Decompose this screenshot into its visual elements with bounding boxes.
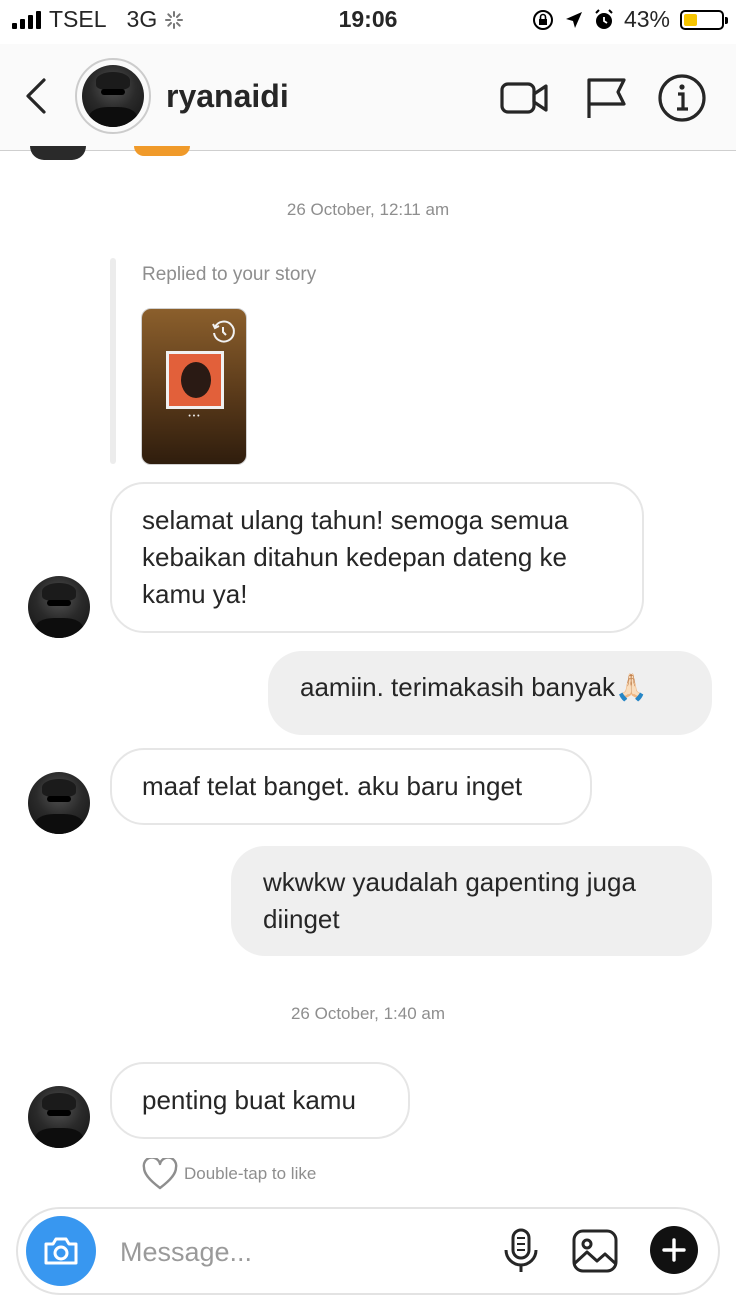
story-reply-label: Replied to your story bbox=[142, 264, 317, 285]
battery-percent: 43% bbox=[623, 6, 670, 32]
avatar[interactable] bbox=[28, 576, 90, 638]
like-hint-text: Double-tap to like bbox=[184, 1164, 317, 1183]
rotation-lock-icon bbox=[532, 9, 553, 30]
chat-username[interactable]: ryanaidi bbox=[166, 78, 289, 115]
flag-icon[interactable] bbox=[580, 72, 632, 124]
avatar bbox=[82, 65, 144, 127]
plus-icon bbox=[662, 1238, 686, 1262]
story-thumbnail[interactable]: • • • bbox=[141, 308, 247, 465]
info-icon[interactable] bbox=[656, 72, 708, 124]
partial-story-circle bbox=[134, 146, 190, 156]
camera-icon bbox=[44, 1237, 78, 1265]
header-avatar[interactable] bbox=[75, 58, 151, 134]
status-right: 43% bbox=[532, 6, 728, 33]
gallery-icon[interactable] bbox=[570, 1226, 620, 1276]
alarm-icon bbox=[595, 8, 613, 29]
video-call-icon[interactable] bbox=[498, 72, 550, 124]
chat-header: ryanaidi bbox=[0, 44, 736, 151]
avatar[interactable] bbox=[28, 1086, 90, 1148]
sent-message[interactable]: aamiin. terimakasih banyak🙏🏻 bbox=[268, 651, 712, 735]
story-caption: • • • bbox=[188, 413, 200, 420]
microphone-icon[interactable] bbox=[496, 1226, 546, 1276]
battery-icon bbox=[680, 9, 728, 30]
message-composer bbox=[16, 1207, 720, 1295]
status-bar: TSEL 3G 19:06 43% bbox=[0, 0, 736, 40]
message-input[interactable] bbox=[118, 1229, 482, 1275]
received-message[interactable]: selamat ulang tahun! semoga semua kebaik… bbox=[110, 482, 644, 633]
back-chevron-icon[interactable] bbox=[20, 76, 50, 116]
like-hint[interactable]: Double-tap to like bbox=[142, 1158, 316, 1190]
received-message[interactable]: maaf telat banget. aku baru inget bbox=[110, 748, 592, 825]
battery-fill bbox=[684, 13, 698, 26]
heart-icon[interactable] bbox=[142, 1158, 178, 1190]
more-button[interactable] bbox=[650, 1226, 698, 1274]
story-reply-line bbox=[110, 258, 116, 464]
received-message[interactable]: penting buat kamu bbox=[110, 1062, 410, 1139]
partial-avatar bbox=[30, 146, 86, 160]
story-expired-icon bbox=[212, 320, 235, 343]
album-art bbox=[166, 351, 224, 409]
timestamp: 26 October, 12:11 am bbox=[286, 200, 450, 219]
camera-button[interactable] bbox=[26, 1216, 96, 1286]
location-arrow-icon bbox=[565, 11, 582, 28]
avatar[interactable] bbox=[28, 772, 90, 834]
timestamp: 26 October, 1:40 am bbox=[290, 1004, 446, 1023]
sent-message[interactable]: wkwkw yaudalah gapenting juga diinget bbox=[231, 846, 712, 956]
